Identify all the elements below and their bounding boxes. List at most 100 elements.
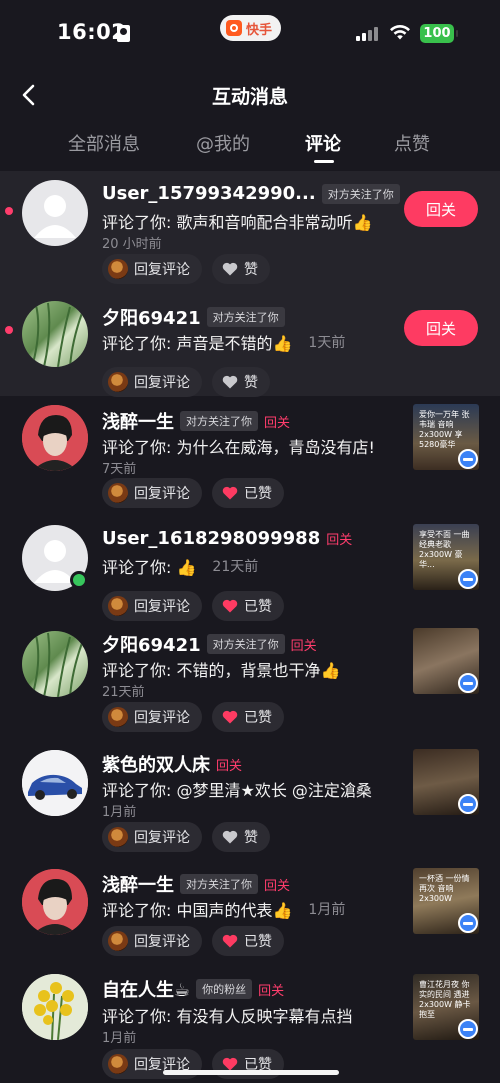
flower-photo: [22, 974, 88, 1040]
person-photo: [22, 869, 88, 935]
avatar[interactable]: [22, 750, 88, 816]
home-indicator[interactable]: [163, 1070, 339, 1075]
relation-badge: 对方关注了你: [321, 183, 400, 204]
tab-likes[interactable]: 点赞: [394, 130, 430, 156]
comment-text[interactable]: 评论了你: 不错的，背景也干净👍: [102, 657, 340, 681]
comment-row[interactable]: 评论了你: 中国声的代表👍 1月前: [102, 897, 345, 921]
follow-back-link[interactable]: 回关: [291, 635, 317, 654]
follow-back-button[interactable]: 回关: [404, 191, 478, 227]
reply-label: 回复评论: [134, 486, 190, 502]
user-name[interactable]: User_1618298099988: [102, 528, 320, 549]
list-item[interactable]: 自在人生☕ 你的粉丝 回关 评论了你: 有没有人反映字幕有点挡 1月前 回复评论…: [0, 971, 500, 1083]
follow-back-link[interactable]: 回关: [258, 980, 284, 999]
avatar[interactable]: [22, 301, 88, 367]
my-avatar-icon: [108, 707, 128, 727]
reply-comment-button[interactable]: 回复评论: [102, 702, 202, 732]
tab-mentions[interactable]: @我的: [196, 130, 250, 156]
list-item[interactable]: 浅醉一生 对方关注了你 回关 评论了你: 为什么在威海，青岛没有店! 7天前 回…: [0, 396, 500, 516]
chat-icon: [458, 794, 478, 814]
status-bar: 16:02 快手 100: [0, 0, 500, 66]
action-row: 回复评论 已赞: [102, 478, 284, 508]
like-button[interactable]: 赞: [212, 822, 270, 852]
page-title: 互动消息: [211, 86, 288, 108]
app-return-pill[interactable]: 快手: [220, 15, 282, 41]
avatar[interactable]: [22, 180, 88, 246]
video-thumbnail[interactable]: 享受不面 一曲 经典老歌 2x300W 豪华...: [413, 524, 479, 590]
reply-comment-button[interactable]: 回复评论: [102, 478, 202, 508]
reply-label: 回复评论: [134, 262, 190, 278]
timestamp: 1月前: [102, 1031, 137, 1046]
liked-button[interactable]: 已赞: [212, 591, 284, 621]
tab-comments[interactable]: 评论: [305, 130, 341, 156]
like-label: 赞: [244, 830, 258, 846]
avatar[interactable]: [22, 405, 88, 471]
user-name[interactable]: User_15799342990...: [102, 183, 316, 204]
liked-button[interactable]: 已赞: [212, 926, 284, 956]
video-thumbnail[interactable]: 曹江花月夜 你实的民间 遇进 2x300W 静卡抱至: [413, 974, 479, 1040]
my-avatar-icon: [108, 483, 128, 503]
my-avatar-icon: [108, 372, 128, 392]
reply-comment-button[interactable]: 回复评论: [102, 926, 202, 956]
user-name[interactable]: 浅醉一生: [102, 408, 174, 434]
reply-comment-button[interactable]: 回复评论: [102, 367, 202, 397]
id-card-icon: [117, 25, 130, 42]
follow-back-link[interactable]: 回关: [264, 412, 290, 431]
name-row: User_15799342990... 对方关注了你: [102, 183, 400, 204]
user-name[interactable]: 自在人生☕: [102, 976, 190, 1002]
video-thumbnail[interactable]: [413, 628, 479, 694]
reply-comment-button[interactable]: 回复评论: [102, 822, 202, 852]
comment-text[interactable]: 评论了你: @梦里清★欢长 @注定滄桑: [102, 777, 372, 801]
reply-comment-button[interactable]: 回复评论: [102, 591, 202, 621]
heart-filled-icon: [222, 934, 238, 948]
reply-label: 回复评论: [134, 375, 190, 391]
avatar[interactable]: [22, 869, 88, 935]
reply-label: 回复评论: [134, 710, 190, 726]
follow-back-link[interactable]: 回关: [326, 529, 352, 548]
user-name[interactable]: 夕阳69421: [102, 304, 201, 330]
list-item[interactable]: User_15799342990... 对方关注了你 评论了你: 歌声和音响配合…: [0, 171, 500, 284]
reply-label: 回复评论: [134, 934, 190, 950]
avatar[interactable]: [22, 974, 88, 1040]
my-avatar-icon: [108, 931, 128, 951]
thumbnail-caption: 爱你一万年 张韦瑞 音响 2x300W 享5280豪华: [419, 410, 470, 449]
like-button[interactable]: 赞: [212, 254, 270, 284]
heart-icon: [222, 375, 238, 389]
avatar[interactable]: [22, 631, 88, 697]
comment-text[interactable]: 评论了你: 有没有人反映字幕有点挡: [102, 1003, 352, 1027]
user-name[interactable]: 紫色的双人床: [102, 751, 210, 777]
list-item[interactable]: User_1618298099988 回关 评论了你: 👍 21天前 回复评论 …: [0, 516, 500, 631]
comment-text[interactable]: 评论了你: 为什么在威海，青岛没有店!: [102, 434, 375, 458]
action-row: 回复评论 赞: [102, 367, 270, 397]
comment-row[interactable]: 评论了你: 声音是不错的👍 1天前: [102, 330, 345, 354]
tab-all-messages[interactable]: 全部消息: [68, 130, 140, 156]
like-label: 已赞: [244, 934, 272, 950]
video-thumbnail[interactable]: 爱你一万年 张韦瑞 音响 2x300W 享5280豪华: [413, 404, 479, 470]
video-thumbnail[interactable]: [413, 749, 479, 815]
liked-button[interactable]: 已赞: [212, 702, 284, 732]
like-button[interactable]: 赞: [212, 367, 270, 397]
video-thumbnail[interactable]: 一杯酒 一份情 再次 音响 2x300W: [413, 868, 479, 934]
heart-filled-icon: [222, 486, 238, 500]
follow-back-link[interactable]: 回关: [216, 755, 242, 774]
relation-badge: 对方关注了你: [180, 411, 258, 431]
follow-back-link[interactable]: 回关: [264, 875, 290, 894]
list-item[interactable]: 紫色的双人床 回关 评论了你: @梦里清★欢长 @注定滄桑 1月前 回复评论 赞: [0, 746, 500, 861]
user-name[interactable]: 夕阳69421: [102, 631, 201, 657]
reply-comment-button[interactable]: 回复评论: [102, 254, 202, 284]
timestamp: 20 小时前: [102, 237, 162, 252]
heart-icon: [222, 262, 238, 276]
heart-filled-icon: [222, 599, 238, 613]
comment-row[interactable]: 评论了你: 👍 21天前: [102, 554, 258, 578]
comment-text[interactable]: 评论了你: 歌声和音响配合非常动听👍: [102, 209, 372, 233]
reply-label: 回复评论: [134, 599, 190, 615]
liked-button[interactable]: 已赞: [212, 478, 284, 508]
follow-back-button[interactable]: 回关: [404, 310, 478, 346]
timestamp: 1月前: [308, 902, 346, 918]
action-row: 回复评论 已赞: [102, 702, 284, 732]
user-name[interactable]: 浅醉一生: [102, 871, 174, 897]
app-pill-label: 快手: [246, 22, 273, 38]
list-item[interactable]: 夕阳69421 对方关注了你 回关 评论了你: 不错的，背景也干净👍 21天前 …: [0, 628, 500, 746]
list-item[interactable]: 夕阳69421 对方关注了你 评论了你: 声音是不错的👍 1天前 回复评论 赞 …: [0, 284, 500, 397]
thumbnail-caption: 享受不面 一曲 经典老歌 2x300W 豪华...: [419, 530, 470, 569]
chat-icon: [458, 673, 478, 693]
